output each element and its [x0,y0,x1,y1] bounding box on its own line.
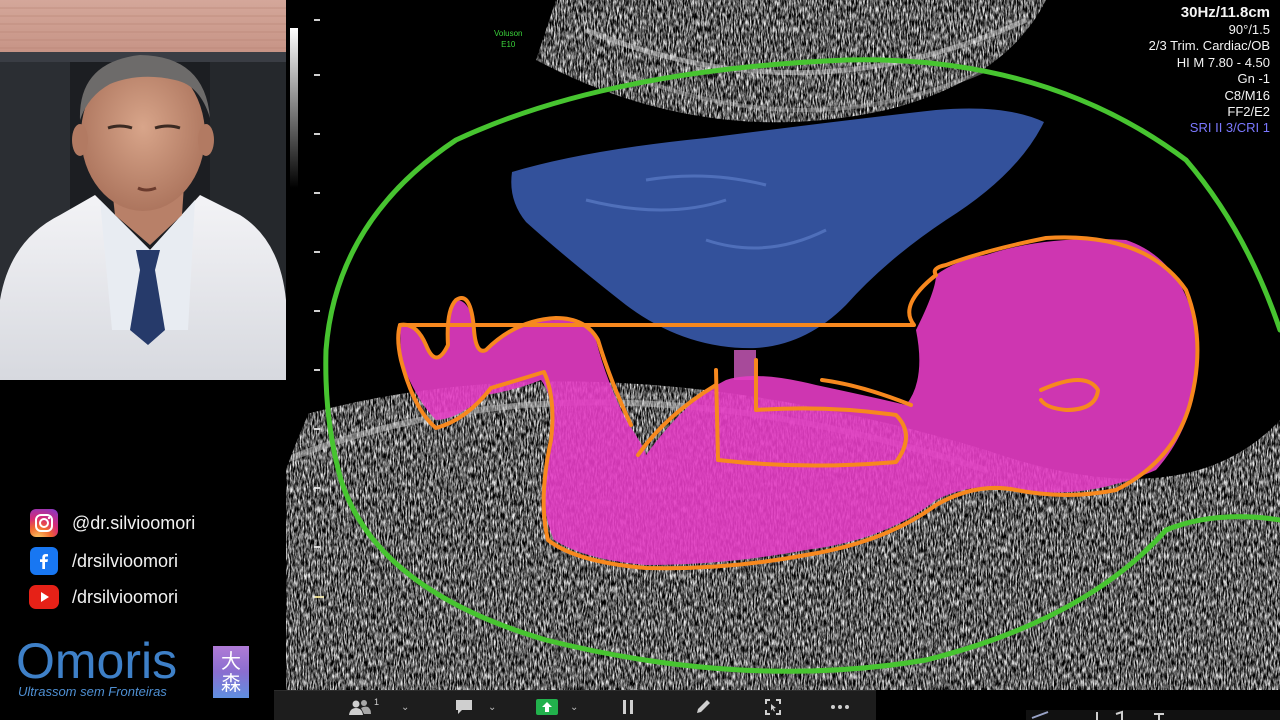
more-button[interactable] [830,697,850,717]
chevron-down-icon[interactable]: ⌄ [570,702,578,713]
logo-kanji-badge: 大 森 [213,646,249,698]
social-facebook[interactable]: /drsilvioomori [30,547,178,575]
facebook-icon [30,547,58,575]
omoris-logo: Omoris Ultrassom sem Fronteiras 大 森 [16,633,256,702]
chat-button[interactable]: ⌄ [454,697,496,717]
chat-icon [456,700,472,714]
pause-icon [623,700,633,714]
more-icon [831,705,849,709]
param-preset: 2/3 Trim. Cardiac/OB [1148,38,1270,54]
annotate-button[interactable] [694,697,712,717]
param-filter: FF2/E2 [1227,104,1270,120]
param-map: C8/M16 [1224,87,1270,103]
remote-control-button[interactable] [764,697,782,717]
logo-wordmark: Omoris [16,633,178,689]
pause-share-button[interactable] [620,697,636,717]
youtube-handle: /drsilvioomori [72,586,179,607]
participants-count: 1 [374,697,380,707]
social-instagram[interactable]: @dr.silvioomori [30,509,195,537]
param-angle: 90°/1.5 [1228,22,1270,37]
ultrasound-image [286,0,1280,690]
logo-kanji-1: 大 [221,649,241,673]
annotate-icon [697,700,710,713]
logo-kanji-2: 森 [221,671,241,695]
scan-parameters: 30Hz/11.8cm 90°/1.5 2/3 Trim. Cardiac/OB… [1149,4,1270,137]
scanner-brand-name: Voluson [494,29,523,38]
participants-icon [349,700,371,715]
social-youtube[interactable]: /drsilvioomori [29,585,179,609]
share-screen-icon [536,699,558,715]
chevron-down-icon[interactable]: ⌄ [488,702,496,713]
ultrasound-view: Voluson E10 30Hz/11.8cm 90°/1.5 2/3 Trim… [286,0,1280,690]
participants-button[interactable]: 1 ⌄ [348,697,409,717]
annotation-toolbar-edge [1026,700,1280,720]
youtube-icon [29,585,59,609]
param-sri: SRI II 3/CRI 1 [1189,120,1270,136]
chevron-down-icon[interactable]: ⌄ [401,702,409,713]
scanner-model: E10 [501,40,516,49]
scanner-brand: Voluson E10 [494,28,522,50]
instagram-icon [30,509,58,537]
meeting-toolbar: 1 ⌄ ⌄ ⌄ [274,690,876,720]
facebook-handle: /drsilvioomori [72,550,179,571]
share-screen-button[interactable]: ⌄ [536,697,578,717]
param-harmonic: HI M 7.80 - 4.50 [1176,54,1270,70]
param-frequency-depth: 30Hz/11.8cm [1180,4,1270,21]
logo-tagline: Ultrassom sem Fronteiras [18,684,167,699]
instagram-handle: @dr.silvioomori [72,512,196,533]
remote-control-icon [765,699,781,715]
param-gain: Gn -1 [1237,71,1270,87]
presenter-video [0,0,286,380]
presenter-webcam [0,0,286,380]
